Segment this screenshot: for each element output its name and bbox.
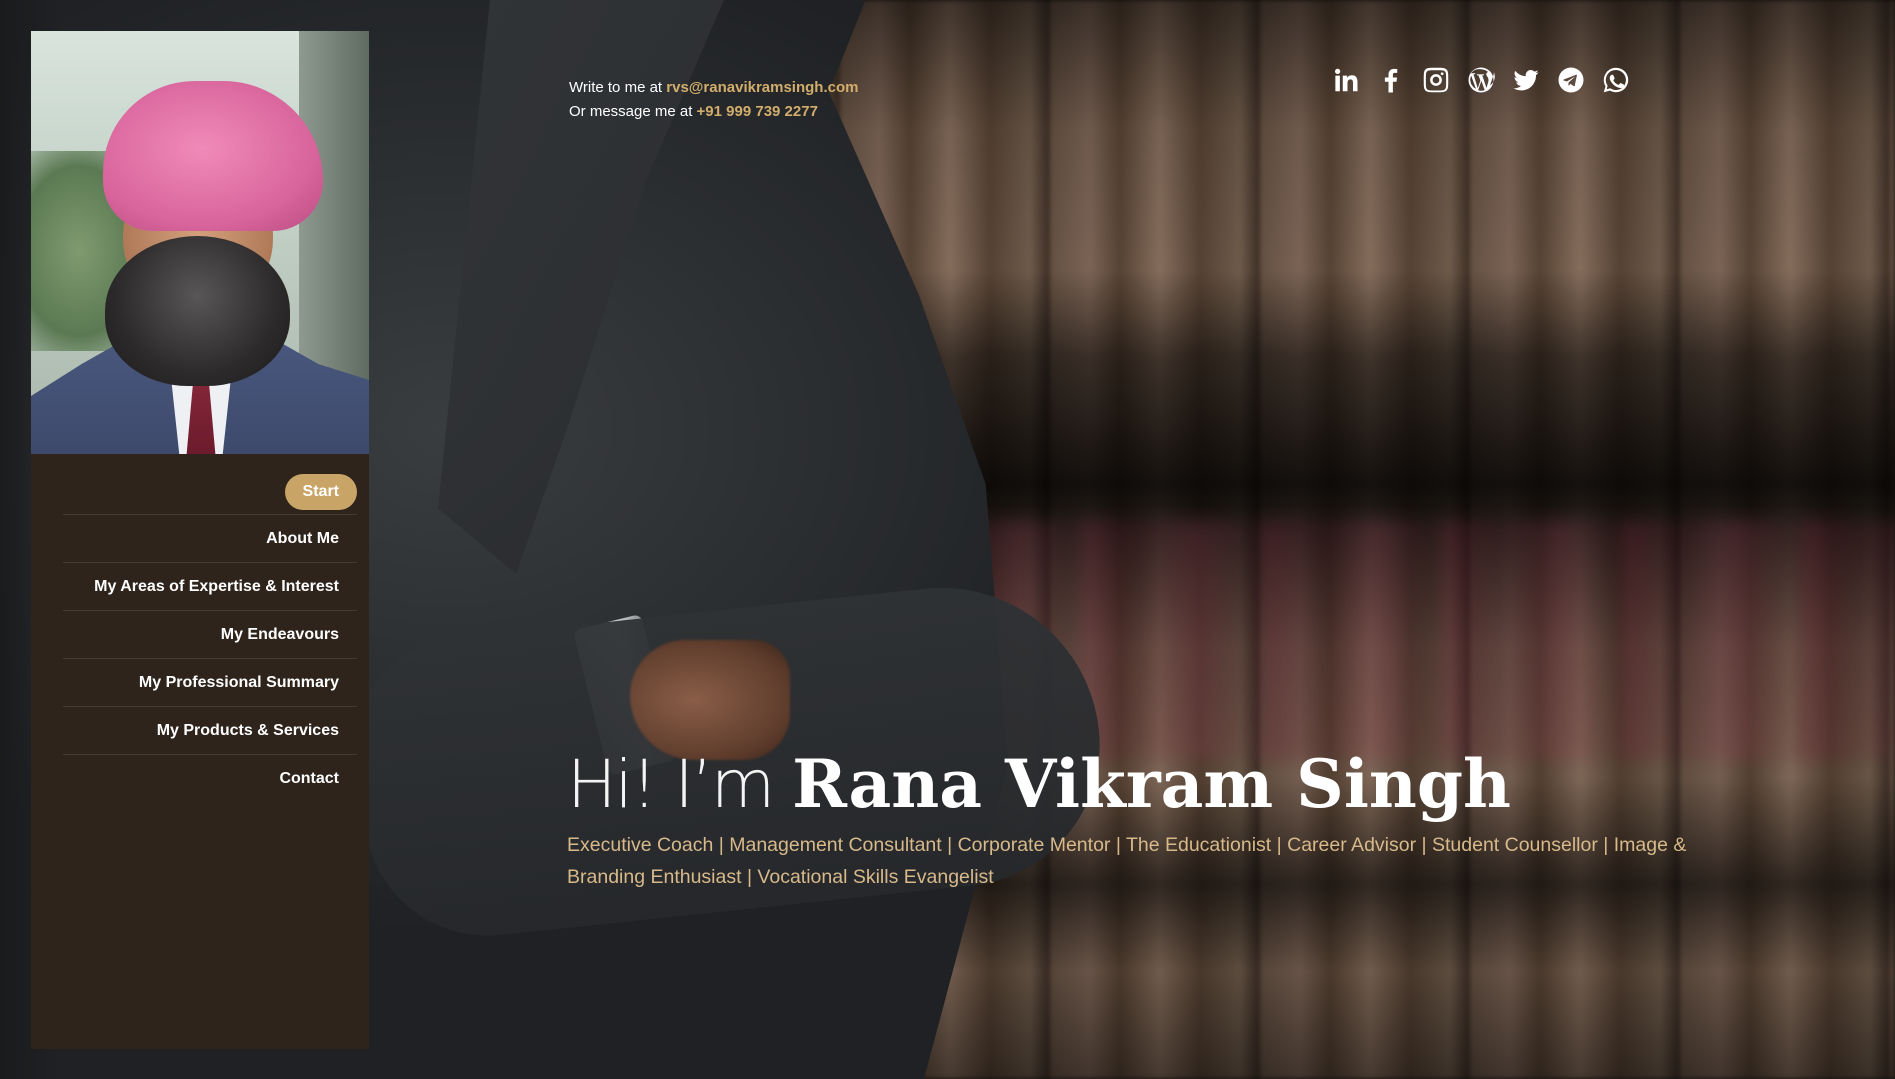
twitter-icon[interactable] <box>1510 64 1541 95</box>
hero-title: Hi! I’m Rana Vikram Singh <box>567 740 1727 829</box>
hero: Hi! I’m Rana Vikram Singh Executive Coac… <box>567 740 1727 893</box>
wordpress-icon[interactable] <box>1465 64 1496 95</box>
nav-item-about-me[interactable]: About Me <box>63 514 357 562</box>
photo-beard <box>105 236 290 386</box>
whatsapp-icon[interactable] <box>1600 64 1631 95</box>
page: Start About Me My Areas of Expertise & I… <box>0 0 1895 1079</box>
social-links <box>1330 64 1631 95</box>
hero-greeting: Hi! I’m <box>567 746 793 823</box>
phone-link[interactable]: +91 999 739 2277 <box>697 103 818 120</box>
instagram-icon[interactable] <box>1420 64 1451 95</box>
photo-turban <box>103 81 323 231</box>
telegram-icon[interactable] <box>1555 64 1586 95</box>
nav-item-endeavours[interactable]: My Endeavours <box>63 610 357 658</box>
email-link[interactable]: rvs@ranavikramsingh.com <box>666 79 858 96</box>
email-prefix: Write to me at <box>569 79 667 96</box>
facebook-icon[interactable] <box>1375 64 1406 95</box>
linkedin-icon[interactable] <box>1330 64 1361 95</box>
nav-item-products-services[interactable]: My Products & Services <box>63 706 357 754</box>
hero-name: Rana Vikram Singh <box>792 745 1512 823</box>
email-line: Write to me at rvs@ranavikramsingh.com <box>569 76 858 100</box>
sidebar: Start About Me My Areas of Expertise & I… <box>31 31 369 1049</box>
nav-item-start[interactable]: Start <box>63 468 357 514</box>
phone-prefix: Or message me at <box>569 103 697 120</box>
nav-item-start-label[interactable]: Start <box>284 474 357 510</box>
sidebar-nav: Start About Me My Areas of Expertise & I… <box>31 454 369 802</box>
nav-item-contact[interactable]: Contact <box>63 754 357 802</box>
contact-info: Write to me at rvs@ranavikramsingh.com O… <box>569 76 858 124</box>
nav-item-professional-summary[interactable]: My Professional Summary <box>63 658 357 706</box>
profile-photo <box>31 31 369 454</box>
hero-subtitle: Executive Coach | Management Consultant … <box>567 834 1687 888</box>
nav-item-expertise[interactable]: My Areas of Expertise & Interest <box>63 562 357 610</box>
phone-line: Or message me at +91 999 739 2277 <box>569 100 858 124</box>
